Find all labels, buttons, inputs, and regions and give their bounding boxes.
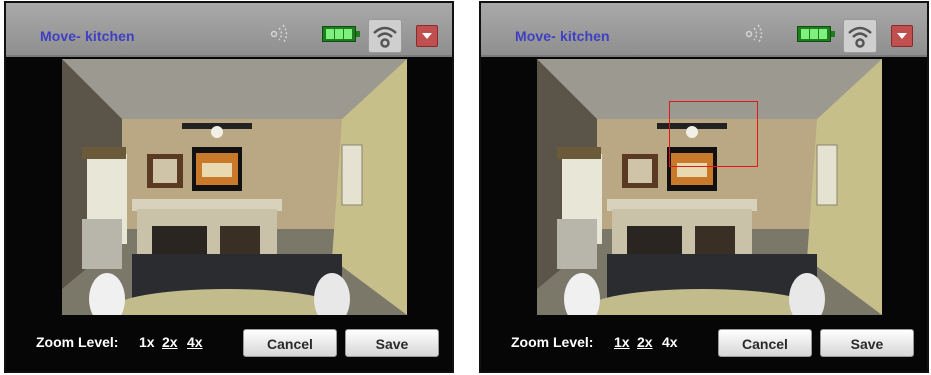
- zoom-option-1x: 1x: [139, 334, 155, 350]
- zoom-level-label: Zoom Level:: [36, 334, 119, 350]
- motion-icon: [270, 24, 288, 44]
- zoom-option-2x[interactable]: 2x: [637, 334, 653, 350]
- wifi-icon[interactable]: [368, 19, 402, 53]
- camera-title: Move- kitchen: [515, 28, 610, 44]
- zoom-region-box[interactable]: [669, 101, 758, 167]
- zoom-option-2x[interactable]: 2x: [162, 334, 178, 350]
- camera-panel-right: Move- kitchen Zoom Level: 1x 2x 4x Cance…: [479, 1, 929, 373]
- battery-icon: [322, 26, 360, 42]
- motion-icon: [745, 24, 763, 44]
- wifi-icon[interactable]: [843, 19, 877, 53]
- camera-title: Move- kitchen: [40, 28, 135, 44]
- zoom-option-4x: 4x: [662, 334, 678, 350]
- save-button[interactable]: Save: [820, 329, 914, 357]
- save-button[interactable]: Save: [345, 329, 439, 357]
- dropdown-icon[interactable]: [891, 25, 913, 47]
- battery-icon: [797, 26, 835, 42]
- camera-feed[interactable]: [62, 59, 407, 315]
- dropdown-icon[interactable]: [416, 25, 438, 47]
- camera-feed[interactable]: [537, 59, 882, 315]
- title-bar: Move- kitchen: [6, 3, 452, 57]
- zoom-option-1x[interactable]: 1x: [614, 334, 630, 350]
- camera-panel-left: Move- kitchen Zoom Level: 1x 2x 4x Cance…: [4, 1, 454, 373]
- cancel-button[interactable]: Cancel: [718, 329, 812, 357]
- cancel-button[interactable]: Cancel: [243, 329, 337, 357]
- title-bar: Move- kitchen: [481, 3, 927, 57]
- zoom-option-4x[interactable]: 4x: [187, 334, 203, 350]
- zoom-level-label: Zoom Level:: [511, 334, 594, 350]
